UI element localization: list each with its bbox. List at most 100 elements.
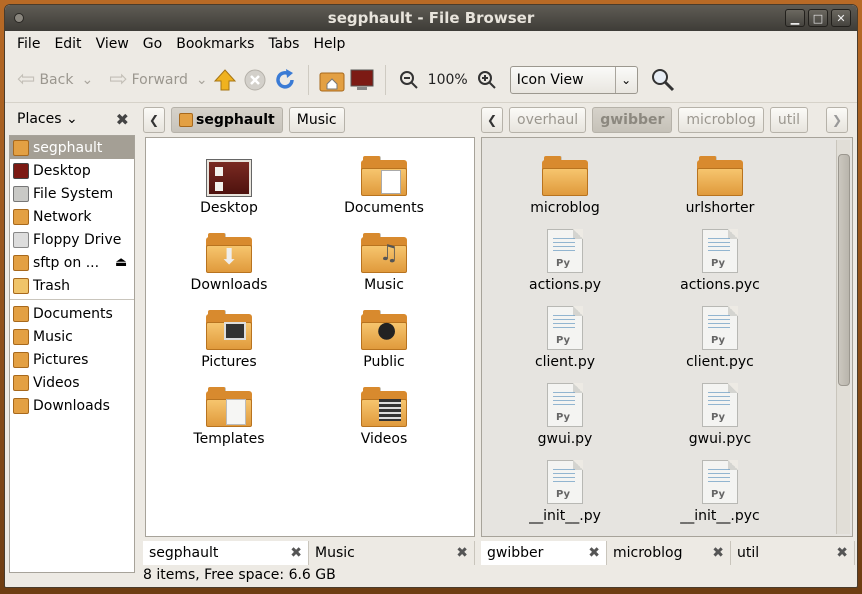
tab-gwibber[interactable]: gwibber ✖ — [481, 541, 607, 565]
places-list: segphault Desktop File System Network Fl… — [9, 135, 135, 573]
sidebar-item-music[interactable]: Music — [10, 325, 134, 348]
minimize-button[interactable]: ▁ — [785, 9, 805, 27]
title-bar[interactable]: segphault - File Browser ▁ □ ✕ — [5, 5, 857, 31]
sidebar-item-floppy-drive[interactable]: Floppy Drive — [10, 228, 134, 251]
file-item-documents[interactable]: Documents — [309, 152, 459, 216]
file-item-videos[interactable]: Videos — [309, 383, 459, 447]
back-button[interactable]: ⇦ Back — [13, 63, 77, 97]
window-menu-icon[interactable] — [14, 13, 24, 23]
maximize-button[interactable]: □ — [808, 9, 828, 27]
home-button[interactable] — [319, 67, 345, 93]
tab-segphault[interactable]: segphault ✖ — [143, 541, 309, 565]
file-item-urlshorter[interactable]: urlshorter — [645, 152, 795, 216]
stop-button[interactable] — [242, 67, 268, 93]
path-left-arrow-icon[interactable]: ❮ — [143, 107, 165, 133]
file-item-downloads[interactable]: ⬇ Downloads — [154, 229, 304, 293]
sidebar-item-trash[interactable]: Trash — [10, 274, 134, 297]
file-item-desktop[interactable]: Desktop — [154, 152, 304, 216]
file-item-client-py[interactable]: Py client.py — [490, 306, 640, 370]
stop-icon — [244, 69, 266, 90]
sidebar-item-videos[interactable]: Videos — [10, 371, 134, 394]
pictures-folder-icon — [206, 310, 252, 350]
menu-tabs[interactable]: Tabs — [262, 34, 305, 54]
home-folder-icon — [319, 72, 345, 91]
close-sidebar-icon[interactable]: ✖ — [116, 110, 129, 129]
close-tab-icon[interactable]: ✖ — [836, 545, 848, 561]
main-area: Places ⌄ ✖ segphault Desktop File System… — [5, 103, 857, 587]
back-history-chevron-icon[interactable]: ⌄ — [81, 72, 93, 88]
up-arrow-icon — [213, 68, 236, 90]
file-item-init-pyc[interactable]: Py __init__.pyc — [645, 460, 795, 524]
file-item-actions-pyc[interactable]: Py actions.pyc — [645, 229, 795, 293]
path-button-util[interactable]: util — [769, 107, 809, 133]
path-button-overhaul[interactable]: overhaul — [509, 107, 587, 133]
forward-history-chevron-icon[interactable]: ⌄ — [196, 72, 208, 88]
python-file-icon: Py — [547, 383, 583, 427]
right-pane: ❮ overhaul gwibber microblog util ❯ micr… — [481, 107, 855, 565]
file-item-pictures[interactable]: Pictures — [154, 306, 304, 370]
path-button-gwibber[interactable]: gwibber — [592, 107, 673, 133]
home-folder-icon — [179, 113, 193, 127]
close-tab-icon[interactable]: ✖ — [290, 545, 302, 561]
close-window-button[interactable]: ✕ — [831, 9, 851, 27]
zoom-level[interactable]: 100% — [426, 72, 470, 88]
close-tab-icon[interactable]: ✖ — [456, 545, 468, 561]
floppy-icon — [13, 231, 29, 248]
menu-go[interactable]: Go — [137, 34, 168, 54]
close-tab-icon[interactable]: ✖ — [588, 545, 600, 561]
reload-button[interactable] — [272, 67, 298, 93]
forward-button[interactable]: ⇨ Forward — [105, 63, 192, 97]
path-button-segphault[interactable]: segphault — [171, 107, 283, 133]
sidebar-item-network[interactable]: Network — [10, 205, 134, 228]
file-item-actions-py[interactable]: Py actions.py — [490, 229, 640, 293]
file-item-microblog[interactable]: microblog — [490, 152, 640, 216]
eject-icon[interactable]: ⏏ — [115, 255, 127, 270]
python-file-icon: Py — [702, 306, 738, 350]
computer-button[interactable] — [349, 67, 375, 93]
file-item-gwui-pyc[interactable]: Py gwui.pyc — [645, 383, 795, 447]
file-item-templates[interactable]: Templates — [154, 383, 304, 447]
menu-view[interactable]: View — [90, 34, 135, 54]
file-item-public[interactable]: ● Public — [309, 306, 459, 370]
pictures-folder-icon — [13, 351, 29, 368]
file-item-gwui-py[interactable]: Py gwui.py — [490, 383, 640, 447]
sidebar-item-pictures[interactable]: Pictures — [10, 348, 134, 371]
python-file-icon: Py — [702, 460, 738, 504]
folder-icon — [697, 156, 743, 196]
places-dropdown[interactable]: Places ⌄ — [17, 111, 78, 127]
menu-edit[interactable]: Edit — [48, 34, 87, 54]
search-button[interactable] — [650, 67, 676, 93]
left-icon-view[interactable]: Desktop Documents ⬇ Downloads ♫ Music Pict… — [145, 137, 475, 537]
path-button-music[interactable]: Music — [288, 107, 345, 133]
menu-file[interactable]: File — [11, 34, 46, 54]
tab-microblog[interactable]: microblog ✖ — [607, 541, 731, 565]
right-icon-view[interactable]: microblog urlshorter Py actions.py Py acti… — [481, 137, 853, 537]
zoom-in-button[interactable] — [474, 67, 500, 93]
tab-music[interactable]: Music ✖ — [309, 541, 475, 565]
path-button-microblog[interactable]: microblog — [678, 107, 764, 133]
documents-folder-icon — [13, 305, 29, 322]
sidebar-item-segphault[interactable]: segphault — [10, 136, 134, 159]
sidebar-item-file-system[interactable]: File System — [10, 182, 134, 205]
view-mode-select[interactable]: Icon View ⌄ — [509, 65, 638, 94]
sidebar-item-downloads[interactable]: Downloads — [10, 394, 134, 417]
path-left-arrow-icon[interactable]: ❮ — [481, 107, 503, 133]
menu-bookmarks[interactable]: Bookmarks — [170, 34, 260, 54]
file-item-init-py[interactable]: Py __init__.py — [490, 460, 640, 524]
sidebar-item-desktop[interactable]: Desktop — [10, 159, 134, 182]
menu-help[interactable]: Help — [307, 34, 351, 54]
zoom-out-button[interactable] — [396, 67, 422, 93]
sidebar-item-sftp[interactable]: sftp on ... ⏏ — [10, 251, 134, 274]
desktop-icon — [207, 160, 251, 196]
tab-util[interactable]: util ✖ — [731, 541, 855, 565]
sidebar-item-documents[interactable]: Documents — [10, 302, 134, 325]
file-item-client-pyc[interactable]: Py client.pyc — [645, 306, 795, 370]
python-file-icon: Py — [547, 460, 583, 504]
close-tab-icon[interactable]: ✖ — [712, 545, 724, 561]
file-item-music[interactable]: ♫ Music — [309, 229, 459, 293]
path-right-arrow-icon[interactable]: ❯ — [826, 107, 849, 133]
status-bar: 8 items, Free space: 6.6 GB — [143, 567, 336, 583]
scrollbar-thumb[interactable] — [838, 154, 850, 386]
right-pane-scrollbar[interactable] — [836, 140, 850, 534]
up-button[interactable] — [212, 67, 238, 93]
